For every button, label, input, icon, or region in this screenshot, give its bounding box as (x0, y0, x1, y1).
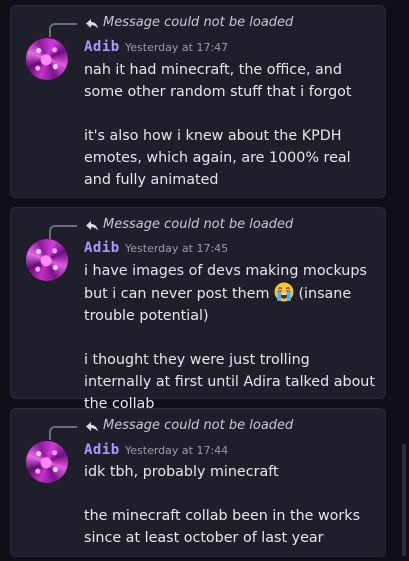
reply-preview-text: Message could not be loaded (103, 418, 294, 433)
avatar[interactable] (26, 38, 68, 80)
timestamp: Yesterday at 17:45 (125, 242, 229, 255)
username[interactable]: Adib (84, 239, 120, 257)
scrollbar[interactable] (402, 444, 406, 556)
reply-arrow-icon (86, 19, 98, 29)
message-card[interactable]: Message could not be loaded Adib Yesterd… (10, 5, 386, 198)
message-paragraph: nah it had minecraft, the office, and so… (84, 62, 352, 100)
timestamp: Yesterday at 17:44 (125, 444, 229, 457)
message-paragraph: i have images of devs making mockups but… (84, 260, 380, 327)
message-card[interactable]: Message could not be loaded Adib Yesterd… (10, 207, 386, 412)
message-paragraph: idk tbh, probably minecraft (84, 464, 279, 480)
message-card[interactable]: Message could not be loaded Adib Yesterd… (10, 408, 386, 557)
message-feed: Message could not be loaded Adib Yesterd… (0, 0, 409, 561)
message-body: i have images of devs making mockups but… (84, 260, 380, 415)
message-body: nah it had minecraft, the office, and so… (84, 59, 380, 191)
reply-arrow-icon (86, 221, 98, 231)
timestamp: Yesterday at 17:47 (125, 41, 229, 54)
avatar[interactable] (26, 239, 68, 281)
reply-preview-text: Message could not be loaded (103, 217, 294, 232)
username[interactable]: Adib (84, 38, 120, 56)
reply-connector (49, 426, 77, 440)
message-paragraph: it's also how i knew about the KPDH emot… (84, 128, 351, 188)
reply-preview-text: Message could not be loaded (103, 15, 294, 30)
reply-arrow-icon (86, 422, 98, 432)
loudly-crying-face-icon (274, 282, 294, 302)
message-paragraph: the minecraft collab been in the works s… (84, 508, 361, 546)
message-paragraph: i thought they were just trolling intern… (84, 352, 375, 412)
message-body: idk tbh, probably minecraft the minecraf… (84, 461, 380, 549)
reply-connector (49, 23, 77, 37)
reply-connector (49, 225, 77, 239)
avatar[interactable] (26, 441, 68, 483)
username[interactable]: Adib (84, 441, 120, 459)
